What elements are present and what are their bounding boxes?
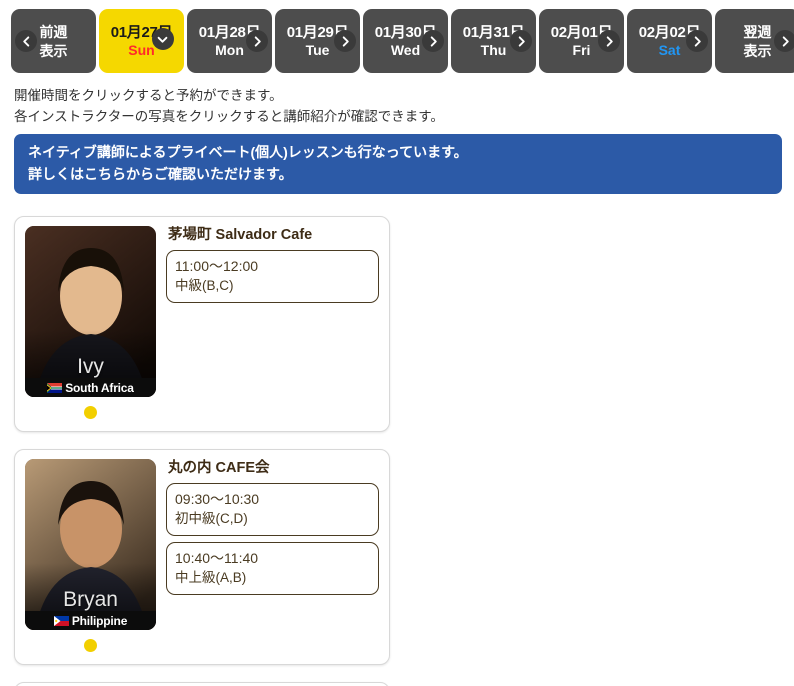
lesson-card: Bryan Philippine 丸の内 CAFE会 09:30〜10:30 初中級(C… xyxy=(14,449,390,666)
lesson-slot[interactable]: 10:40〜11:40 中上級(A,B) xyxy=(166,542,379,595)
date-tab-tue[interactable]: 01月29日 Tue xyxy=(275,9,360,73)
photo-pager xyxy=(25,406,156,420)
next-week-button[interactable]: 翌週 表示 xyxy=(715,9,794,73)
instructor-photo[interactable]: Bryan Philippine xyxy=(25,459,156,631)
next-week-label-line1: 翌週 xyxy=(743,23,772,40)
instructor-name: Bryan xyxy=(63,588,118,612)
date-tab-weekday: Thu xyxy=(480,42,507,58)
photo-pager-dot[interactable] xyxy=(84,639,97,653)
lesson-card-grid: Ivy South Africa 茅場町 Salvador Cafe 11:00〜12… xyxy=(0,194,794,686)
instructor-photo[interactable]: Ivy South Africa xyxy=(25,226,156,398)
date-tab-weekday: Sun xyxy=(128,42,155,58)
chevron-right-icon xyxy=(422,30,444,52)
date-tab-weekday: Sat xyxy=(658,42,681,58)
date-tab-mon[interactable]: 01月28日 Mon xyxy=(187,9,272,73)
slot-time: 09:30〜10:30 xyxy=(175,491,260,508)
banner-line-1: ネイティブ講師によるプライベート(個人)レッスンも行なっています。 xyxy=(28,143,468,160)
instructor-country-label: Philippine xyxy=(71,613,128,628)
photo-pager xyxy=(25,639,156,653)
south-africa-flag-icon xyxy=(47,382,63,393)
date-tab-weekday: Tue xyxy=(305,42,330,58)
venue-title: 丸の内 CAFE会 xyxy=(168,460,270,477)
chevron-down-icon xyxy=(151,28,174,50)
chevron-right-icon xyxy=(686,30,708,52)
chevron-right-icon xyxy=(510,30,532,52)
chevron-right-icon xyxy=(598,30,620,52)
date-tab-weekday: Mon xyxy=(215,42,244,58)
slot-time: 10:40〜11:40 xyxy=(175,550,259,567)
lesson-card: JoannaAmerica新宿 Paul Bassett10:40〜11:40中… xyxy=(14,682,390,686)
date-tab-sun[interactable]: 01月27日 Sun xyxy=(99,9,184,73)
lesson-slot[interactable]: 11:00〜12:00 中級(B,C) xyxy=(166,250,379,304)
slot-level: 中上級(A,B) xyxy=(175,570,247,586)
philippines-flag-icon xyxy=(53,615,69,626)
date-tab-fri[interactable]: 02月01日 Fri xyxy=(539,9,624,73)
chevron-right-icon xyxy=(246,30,268,52)
prev-week-button[interactable]: 前週 表示 xyxy=(11,9,96,73)
lesson-card: Ivy South Africa 茅場町 Salvador Cafe 11:00〜12… xyxy=(14,216,390,433)
banner-line-2: 詳しくはこちらからご確認いただけます。 xyxy=(28,165,293,182)
slot-level: 初中級(C,D) xyxy=(175,511,248,527)
instructor-country-label: South Africa xyxy=(65,380,134,395)
date-tab-weekday: Fri xyxy=(572,42,591,58)
instruction-line-1: 開催時間をクリックすると予約ができます。 xyxy=(14,88,283,103)
date-tab-weekday: Wed xyxy=(390,42,421,58)
date-navigation-bar: 前週 表示 01月27日 Sun 01月28日 Mon 01月29日 Tue 01月30日 W… xyxy=(0,0,794,82)
date-tab-sat[interactable]: 02月02日 Sat xyxy=(627,9,712,73)
instructor-country-bar: South Africa xyxy=(25,378,156,398)
instructions: 開催時間をクリックすると予約ができます。 各インストラクターの写真をクリックする… xyxy=(0,82,794,128)
instructor-country-bar: Philippine xyxy=(25,611,156,631)
chevron-left-icon xyxy=(15,30,37,52)
date-tab-wed[interactable]: 01月30日 Wed xyxy=(363,9,448,73)
venue-title: 茅場町 Salvador Cafe xyxy=(168,227,313,244)
next-week-label-line2: 表示 xyxy=(743,42,772,59)
instruction-line-2: 各インストラクターの写真をクリックすると講師紹介が確認できます。 xyxy=(14,108,444,124)
instructor-name: Ivy xyxy=(77,355,104,379)
chevron-right-icon xyxy=(334,30,356,52)
private-lesson-banner[interactable]: ネイティブ講師によるプライベート(個人)レッスンも行なっています。 詳しくはこち… xyxy=(14,133,782,195)
slot-time: 11:00〜12:00 xyxy=(175,258,259,275)
chevron-right-icon xyxy=(774,30,794,52)
prev-week-label-line1: 前週 xyxy=(39,23,68,40)
prev-week-label-line2: 表示 xyxy=(39,42,68,59)
slot-level: 中級(B,C) xyxy=(175,278,234,294)
photo-pager-dot[interactable] xyxy=(84,406,97,420)
lesson-slot[interactable]: 09:30〜10:30 初中級(C,D) xyxy=(166,483,379,537)
date-tab-thu[interactable]: 01月31日 Thu xyxy=(451,9,536,73)
